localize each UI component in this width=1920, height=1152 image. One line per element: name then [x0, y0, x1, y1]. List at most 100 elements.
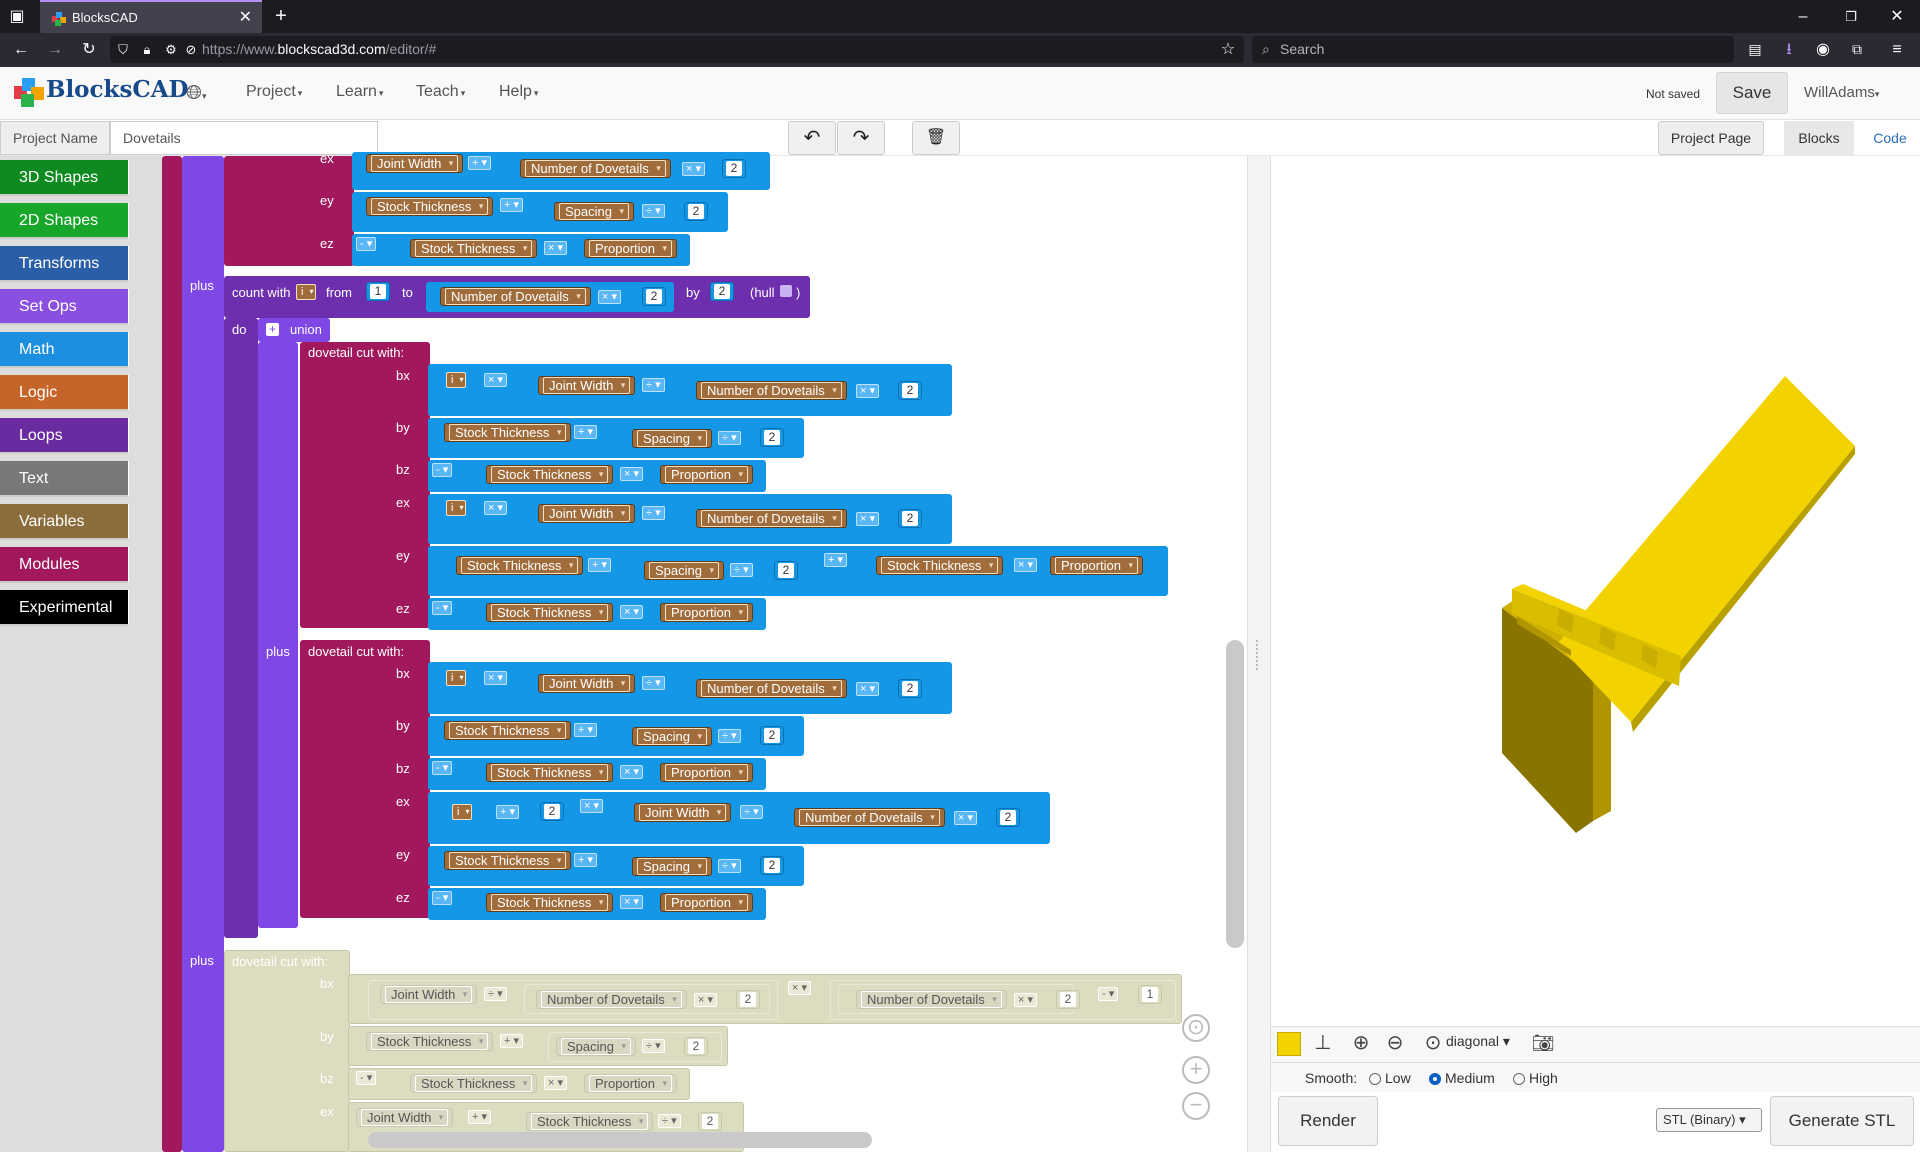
- toolbox-category-loops[interactable]: Loops: [0, 418, 129, 454]
- new-tab-icon[interactable]: +: [266, 0, 296, 33]
- logo-text[interactable]: BlocksCAD: [46, 76, 189, 103]
- tab-blocks[interactable]: Blocks: [1784, 121, 1854, 155]
- toolbox-category-logic[interactable]: Logic: [0, 375, 129, 411]
- color-swatch[interactable]: [1277, 1032, 1301, 1056]
- op-minus[interactable]: - ▾: [356, 237, 377, 251]
- op-minus[interactable]: - ▾: [432, 601, 453, 615]
- workspace-vertical-scrollbar[interactable]: [1226, 640, 1244, 948]
- var-proportion[interactable]: Proportion: [1050, 556, 1143, 575]
- var-i[interactable]: i: [446, 372, 467, 388]
- zoom-in-icon[interactable]: ⊕: [1346, 1028, 1376, 1058]
- menu-project[interactable]: Project ▾: [246, 83, 302, 101]
- var-stock-thickness[interactable]: Stock Thickness: [366, 1032, 494, 1051]
- toolbox-category-experimental[interactable]: Experimental: [0, 590, 129, 626]
- var-stock-thickness[interactable]: Stock Thickness: [456, 556, 584, 575]
- union-spine[interactable]: [258, 342, 298, 928]
- op-times[interactable]: × ▾: [484, 501, 508, 515]
- op-times[interactable]: × ▾: [1014, 558, 1038, 572]
- op-times[interactable]: × ▾: [484, 671, 508, 685]
- op-times[interactable]: × ▾: [788, 981, 812, 995]
- number-input[interactable]: 2: [710, 282, 734, 301]
- var-spacing[interactable]: Spacing: [554, 202, 634, 221]
- back-icon[interactable]: ←: [8, 33, 34, 66]
- op-minus[interactable]: - ▾: [356, 1071, 377, 1085]
- op-minus[interactable]: - ▾: [432, 761, 453, 775]
- shield-icon[interactable]: ⛉: [112, 33, 134, 66]
- var-proportion[interactable]: Proportion: [660, 603, 753, 622]
- number-input[interactable]: 2: [736, 990, 760, 1009]
- var-number-of-dovetails[interactable]: Number of Dovetails: [794, 808, 945, 827]
- hamburger-menu-icon[interactable]: ≡: [1884, 33, 1910, 66]
- op-div[interactable]: ÷ ▾: [658, 1114, 681, 1128]
- lock-icon[interactable]: 🔒︎: [136, 33, 158, 66]
- number-input[interactable]: 2: [540, 802, 564, 821]
- var-joint-width[interactable]: Joint Width: [380, 985, 478, 1004]
- restore-icon[interactable]: ❐: [1838, 0, 1864, 33]
- redo-icon[interactable]: ↷: [837, 121, 885, 155]
- number-input[interactable]: 2: [698, 1112, 722, 1131]
- var-stock-thickness[interactable]: Stock Thickness: [366, 197, 494, 216]
- smooth-low-radio[interactable]: Low: [1369, 1070, 1411, 1086]
- number-input[interactable]: 2: [1056, 990, 1080, 1009]
- op-times[interactable]: × ▾: [954, 811, 978, 825]
- var-stock-thickness[interactable]: Stock Thickness: [486, 893, 614, 912]
- op-times[interactable]: × ▾: [544, 241, 568, 255]
- number-input[interactable]: 2: [642, 287, 666, 306]
- var-joint-width[interactable]: Joint Width: [366, 154, 464, 173]
- dovetail-cut-block[interactable]: [300, 342, 430, 628]
- download-icon[interactable]: ⭳: [1776, 33, 1802, 66]
- view-target-icon[interactable]: ⊙: [1418, 1028, 1448, 1058]
- union-expand-icon[interactable]: +: [266, 323, 279, 336]
- var-stock-thickness[interactable]: Stock Thickness: [444, 423, 572, 442]
- op-div[interactable]: ÷ ▾: [642, 506, 665, 520]
- var-spacing[interactable]: Spacing: [644, 561, 724, 580]
- number-input[interactable]: 1: [366, 282, 390, 301]
- blockscad-logo-icon[interactable]: [12, 75, 46, 109]
- camera-icon[interactable]: 📷︎: [1528, 1028, 1558, 1058]
- recenter-icon[interactable]: ⊙: [1182, 1014, 1210, 1042]
- op-minus[interactable]: - ▾: [1098, 987, 1119, 1001]
- render-button[interactable]: Render: [1278, 1096, 1378, 1146]
- var-stock-thickness[interactable]: Stock Thickness: [486, 465, 614, 484]
- op-times[interactable]: × ▾: [620, 895, 644, 909]
- toolbox-category-2d-shapes[interactable]: 2D Shapes: [0, 203, 129, 239]
- op-plus[interactable]: + ▾: [468, 1110, 492, 1124]
- number-input[interactable]: 2: [996, 808, 1020, 827]
- number-input[interactable]: 2: [898, 381, 922, 400]
- var-proportion[interactable]: Proportion: [584, 239, 677, 258]
- op-times[interactable]: × ▾: [580, 799, 604, 813]
- op-times[interactable]: × ▾: [694, 993, 718, 1007]
- op-times[interactable]: × ▾: [620, 467, 644, 481]
- var-stock-thickness[interactable]: Stock Thickness: [486, 603, 614, 622]
- number-input[interactable]: 2: [760, 726, 784, 745]
- smooth-high-radio[interactable]: High: [1513, 1070, 1558, 1086]
- var-stock-thickness[interactable]: Stock Thickness: [444, 851, 572, 870]
- number-input[interactable]: 1: [1138, 985, 1162, 1004]
- op-div[interactable]: ÷ ▾: [740, 805, 763, 819]
- trash-icon[interactable]: 🗑︎: [912, 121, 960, 155]
- save-button[interactable]: Save: [1716, 72, 1788, 114]
- var-number-of-dovetails[interactable]: Number of Dovetails: [536, 990, 687, 1009]
- toolbox-category-set-ops[interactable]: Set Ops: [0, 289, 129, 325]
- loop-body-spine[interactable]: [224, 318, 258, 938]
- var-number-of-dovetails[interactable]: Number of Dovetails: [696, 381, 847, 400]
- op-times[interactable]: × ▾: [1014, 993, 1038, 1007]
- op-plus[interactable]: + ▾: [496, 805, 520, 819]
- var-spacing[interactable]: Spacing: [632, 429, 712, 448]
- op-minus[interactable]: - ▾: [432, 463, 453, 477]
- tracking-icon[interactable]: ⊘: [180, 33, 202, 66]
- toolbox-category-variables[interactable]: Variables: [0, 504, 129, 540]
- op-plus[interactable]: + ▾: [574, 425, 598, 439]
- extensions-icon[interactable]: ⧉: [1844, 33, 1870, 66]
- var-joint-width[interactable]: Joint Width: [538, 674, 636, 693]
- op-plus[interactable]: + ▾: [574, 723, 598, 737]
- zoom-out-icon[interactable]: −: [1182, 1092, 1210, 1120]
- op-div[interactable]: ÷ ▾: [718, 859, 741, 873]
- module-block-spine[interactable]: [162, 156, 182, 1152]
- dovetail-cut-block[interactable]: [224, 156, 354, 266]
- number-input[interactable]: 2: [760, 856, 784, 875]
- user-menu[interactable]: WillAdams▾: [1804, 84, 1879, 101]
- toolbox-category-transforms[interactable]: Transforms: [0, 246, 129, 282]
- number-input[interactable]: 2: [898, 509, 922, 528]
- workspace-horizontal-scrollbar[interactable]: [368, 1132, 872, 1148]
